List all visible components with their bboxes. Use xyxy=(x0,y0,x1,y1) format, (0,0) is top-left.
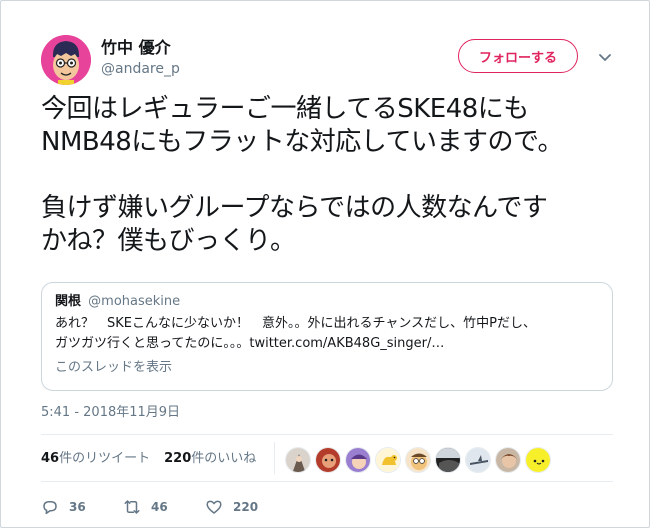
cartoon-face-avatar-icon xyxy=(41,35,91,85)
likes-stat-count: 220 xyxy=(164,451,192,466)
tweet-text-line: NMB48にもフラットな対応していますので。 xyxy=(41,127,563,157)
liker-avatar-4-icon[interactable] xyxy=(375,447,401,473)
reply-count: 36 xyxy=(69,500,86,514)
tweet-timestamp[interactable]: 5:41 - 2018年11月9日 xyxy=(41,404,180,422)
tweet-header: 竹中 優介 @andare_p フォローする xyxy=(41,35,621,85)
chevron-down-icon[interactable] xyxy=(597,49,613,65)
liker-avatar-1-icon[interactable] xyxy=(285,447,311,473)
retweets-stat[interactable]: 46件のリツイート xyxy=(41,450,150,468)
tweet-stats: 46件のリツイート 220件のいいね xyxy=(41,450,270,468)
liker-avatar-9-icon[interactable] xyxy=(525,447,551,473)
likes-stat-label: 件のいいね xyxy=(191,451,257,466)
author-display-name[interactable]: 竹中 優介 xyxy=(101,37,180,59)
divider xyxy=(41,481,613,482)
quoted-tweet-text-line: ガツガツ行くと思ってたのに。。。twitter.com/AKB48G_singe… xyxy=(55,336,445,351)
liker-avatar-6-icon[interactable] xyxy=(435,447,461,473)
author-handle[interactable]: @andare_p xyxy=(101,59,180,79)
quoted-author-name: 関根 xyxy=(55,294,82,309)
retweet-button[interactable]: 46 xyxy=(123,497,168,517)
reply-icon xyxy=(43,501,57,515)
liker-avatar-2-icon[interactable] xyxy=(315,447,341,473)
author-avatar[interactable] xyxy=(41,35,91,85)
tweet-text-line: 今回はレギュラーご一緒してるSKE48にも xyxy=(41,94,529,124)
show-thread-link[interactable]: このスレッドを表示 xyxy=(55,359,599,377)
like-count: 220 xyxy=(233,500,259,514)
divider xyxy=(41,434,613,435)
retweet-count: 46 xyxy=(151,500,168,514)
divider xyxy=(274,442,275,474)
retweets-stat-label: 件のリツイート xyxy=(59,451,151,466)
quoted-tweet-header: 関根 @mohasekine xyxy=(55,293,599,311)
quoted-tweet[interactable]: 関根 @mohasekine あれ？ SKEこんなに少ないか！ 意外。。外に出れ… xyxy=(41,282,613,391)
liker-avatar-5-icon[interactable] xyxy=(405,447,431,473)
author-names: 竹中 優介 @andare_p xyxy=(101,37,180,79)
quoted-author-handle: @mohasekine xyxy=(88,294,181,309)
tweet-text-line: 負けず嫌いグループならではの人数なんです xyxy=(41,193,548,223)
retweet-icon xyxy=(124,500,140,514)
like-button[interactable]: 220 xyxy=(205,497,258,517)
follow-button[interactable]: フォローする xyxy=(458,39,578,73)
liker-avatar-8-icon[interactable] xyxy=(495,447,521,473)
tweet-card: 竹中 優介 @andare_p フォローする 今回はレギュラーご一緒してるSKE… xyxy=(0,0,650,528)
tweet-text: 今回はレギュラーご一緒してるSKE48にも NMB48にもフラットな対応していま… xyxy=(41,93,621,258)
likes-stat[interactable]: 220件のいいね xyxy=(164,450,256,468)
quoted-tweet-text-line: あれ？ SKEこんなに少ないか！ 意外。。外に出れるチャンスだし、竹中Pだし、 xyxy=(55,316,536,331)
heart-icon xyxy=(206,500,222,514)
liker-avatar-3-icon[interactable] xyxy=(345,447,371,473)
retweets-stat-count: 46 xyxy=(41,451,60,466)
tweet-text-line: かね？僕もびっくり。 xyxy=(41,226,296,256)
liker-avatar-7-icon[interactable] xyxy=(465,447,491,473)
reply-button[interactable]: 36 xyxy=(41,497,86,517)
